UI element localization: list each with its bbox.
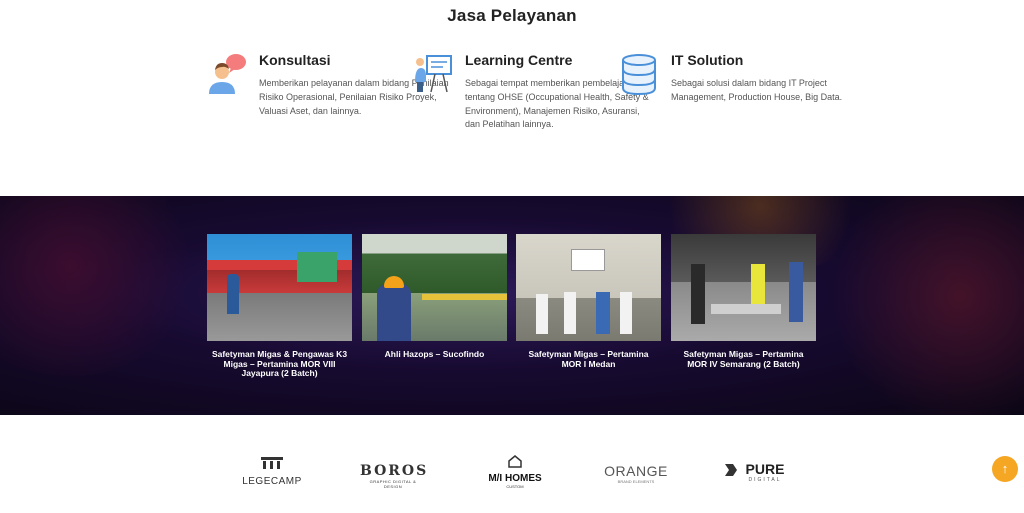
gallery-photo[interactable] [362, 234, 507, 341]
gallery-caption[interactable]: Safetyman Migas – Pertamina MOR I Medan [516, 349, 661, 369]
client-logos: LEGECAMP BOROS GRAPHIC DIGITAL & DESIGN … [0, 455, 1024, 500]
scroll-top-button[interactable]: ↑ [992, 456, 1018, 482]
client-name: LEGECAMP [242, 476, 302, 487]
gallery-card[interactable]: Safetyman Migas & Pengawas K3 Migas – Pe… [207, 234, 352, 379]
client-tagline: BRAND ELEMENTS [617, 479, 655, 484]
legecamp-logo-icon [261, 457, 283, 469]
client-name: M/I HOMES [488, 473, 542, 484]
client-tagline: DIGITAL [748, 477, 782, 483]
arrow-up-icon: ↑ [1001, 461, 1009, 476]
client-name: BOROS [360, 463, 429, 479]
gallery-photo[interactable] [516, 234, 661, 341]
gallery-section: Safetyman Migas & Pengawas K3 Migas – Pe… [0, 196, 1024, 415]
gallery-photo[interactable] [671, 234, 816, 341]
pure-logo-icon [725, 464, 737, 476]
client-name: ORANGE [604, 463, 668, 479]
database-icon [622, 54, 656, 96]
gallery-card[interactable]: Safetyman Migas – Pertamina MOR IV Semar… [671, 234, 816, 369]
client-tagline: CUSTOM [506, 484, 524, 489]
section-title: Jasa Pelayanan [447, 6, 577, 25]
gallery-caption[interactable]: Safetyman Migas & Pengawas K3 Migas – Pe… [207, 349, 352, 379]
service-title: IT Solution [671, 52, 744, 68]
service-it-solution: IT Solution Sebagai solusi dalam bidang … [622, 52, 861, 105]
client-logo[interactable]: PURE DIGITAL [724, 461, 790, 501]
client-logo[interactable]: BOROS GRAPHIC DIGITAL & DESIGN [360, 463, 426, 503]
background-decoration [0, 196, 200, 376]
client-logo[interactable]: ORANGE BRAND ELEMENTS [604, 463, 668, 503]
house-icon [508, 455, 522, 468]
gallery-card[interactable]: Ahli Hazops – Sucofindo [362, 234, 507, 360]
client-tagline: GRAPHIC DIGITAL & DESIGN [369, 479, 417, 489]
presentation-board-icon [415, 55, 452, 93]
gallery-photo[interactable] [207, 234, 352, 341]
consultant-chat-icon [209, 54, 246, 94]
client-logo[interactable]: M/I HOMES CUSTOM [484, 455, 546, 495]
gallery-caption[interactable]: Safetyman Migas – Pertamina MOR IV Semar… [671, 349, 816, 369]
service-description: Sebagai solusi dalam bidang IT Project M… [671, 78, 843, 102]
gallery-caption[interactable]: Ahli Hazops – Sucofindo [362, 349, 507, 360]
gallery-card[interactable]: Safetyman Migas – Pertamina MOR I Medan [516, 234, 661, 369]
client-logo[interactable]: LEGECAMP [240, 455, 304, 495]
